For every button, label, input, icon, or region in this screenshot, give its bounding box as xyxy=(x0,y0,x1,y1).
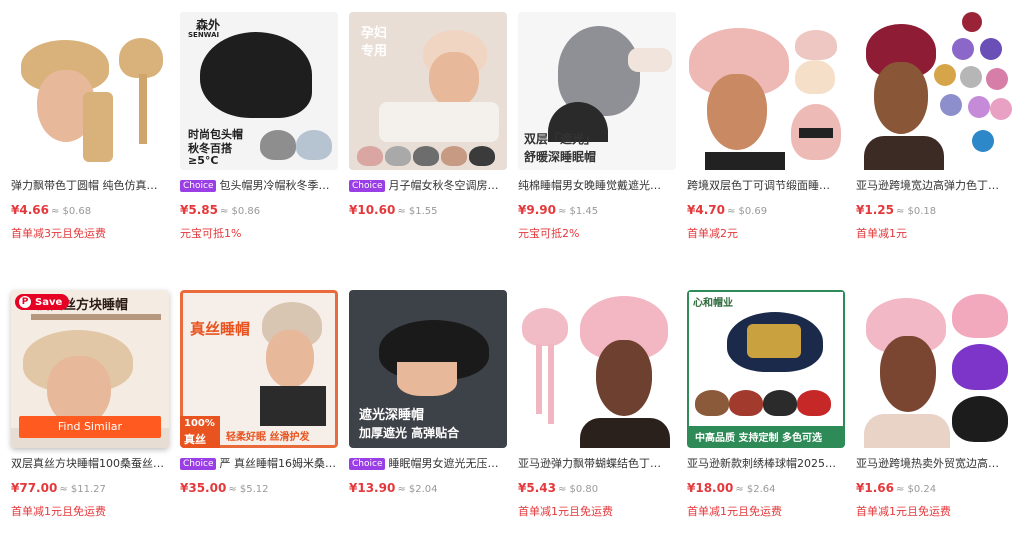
product-image[interactable]: 双层「遮光」 舒暖深睡眠帽 xyxy=(518,12,676,170)
price: ¥77.00 ≈ $11.27 xyxy=(11,481,106,495)
product-card[interactable]: 遮光深睡帽 加厚遮光 高弹贴合 Choice 睡眠帽男女遮光无压… ¥13.90 ≈… xyxy=(349,290,507,497)
product-image[interactable]: 心和帽业 中高品质 支持定制 多色可选 xyxy=(687,290,845,448)
product-card[interactable]: 森外 SENWAI 时尚包头帽 秋冬百搭 ≥5°C Choice 包头帽男冷帽秋冬… xyxy=(180,12,338,241)
product-card[interactable]: 亚马逊弹力飘带蝴蝶结色丁… ¥5.43 ≈ $0.80 首单减1元且免运费 xyxy=(518,290,676,519)
product-title[interactable]: 跨境双层色丁可调节缎面睡… xyxy=(687,179,845,193)
product-title[interactable]: 亚马逊跨境宽边高弹力色丁… xyxy=(856,179,1014,193)
product-card[interactable]: 心和帽业 中高品质 支持定制 多色可选 亚马逊新款刺绣棒球帽2025… ¥18.… xyxy=(687,290,845,519)
price: ¥4.66 ≈ $0.68 xyxy=(11,203,92,217)
promo-text: 首单减1元且免运费 xyxy=(856,505,951,518)
product-card[interactable]: 孕妇 专用 Choice 月子帽女秋冬空调房… ¥10.60 ≈ $1.55 xyxy=(349,12,507,219)
product-card[interactable]: 真丝睡帽 100% 真丝 轻柔好眠 丝滑护发 Choice 严 真丝睡帽16姆米桑… xyxy=(180,290,338,497)
product-title[interactable]: Choice 包头帽男冷帽秋冬季… xyxy=(180,179,338,193)
product-title[interactable]: Choice 严 真丝睡帽16姆米桑… xyxy=(180,457,338,471)
price: ¥4.70 ≈ $0.69 xyxy=(687,203,768,217)
promo-text: 元宝可抵1% xyxy=(180,227,242,240)
product-card[interactable]: 双层「遮光」 舒暖深睡眠帽 纯棉睡帽男女晚睡觉戴遮光… ¥9.90 ≈ $1.45… xyxy=(518,12,676,241)
product-image[interactable]: 真丝睡帽 100% 真丝 轻柔好眠 丝滑护发 xyxy=(180,290,338,448)
price: ¥9.90 ≈ $1.45 xyxy=(518,203,599,217)
product-card[interactable]: 跨境双层色丁可调节缎面睡… ¥4.70 ≈ $0.69 首单减2元 xyxy=(687,12,845,241)
product-card[interactable]: 亚马逊跨境宽边高弹力色丁… ¥1.25 ≈ $0.18 首单减1元 xyxy=(856,12,1014,241)
price: ¥5.85 ≈ $0.86 xyxy=(180,203,261,217)
price: ¥18.00 ≈ $2.64 xyxy=(687,481,776,495)
choice-badge: Choice xyxy=(180,458,217,470)
find-similar-button[interactable]: Find Similar xyxy=(19,416,161,438)
product-card[interactable]: 层真丝方块睡帽 P Save Find Similar 双层真丝方块睡帽100桑蚕… xyxy=(11,290,169,519)
promo-text: 首单减1元 xyxy=(856,227,907,240)
choice-badge: Choice xyxy=(349,458,386,470)
product-card[interactable]: 亚马逊跨境热卖外贸宽边高… ¥1.66 ≈ $0.24 首单减1元且免运费 xyxy=(856,290,1014,519)
product-card[interactable]: 弹力飘带色丁圆帽 纯色仿真… ¥4.66 ≈ $0.68 首单减3元且免运费 xyxy=(11,12,169,241)
product-image[interactable] xyxy=(856,290,1014,448)
product-image[interactable] xyxy=(11,12,169,170)
product-title[interactable]: 亚马逊跨境热卖外贸宽边高… xyxy=(856,457,1014,471)
promo-text: 首单减1元且免运费 xyxy=(687,505,782,518)
pinterest-save-button[interactable]: P Save xyxy=(15,294,70,310)
price: ¥1.66 ≈ $0.24 xyxy=(856,481,937,495)
product-title[interactable]: Choice 睡眠帽男女遮光无压… xyxy=(349,457,507,471)
price: ¥35.00 ≈ $5.12 xyxy=(180,481,269,495)
product-title[interactable]: 纯棉睡帽男女晚睡觉戴遮光… xyxy=(518,179,676,193)
product-image[interactable] xyxy=(687,12,845,170)
price: ¥5.43 ≈ $0.80 xyxy=(518,481,599,495)
price: ¥10.60 ≈ $1.55 xyxy=(349,203,438,217)
product-image[interactable]: 层真丝方块睡帽 P Save Find Similar xyxy=(11,290,169,448)
product-title[interactable]: 双层真丝方块睡帽100桑蚕丝… xyxy=(11,457,169,471)
product-title[interactable]: 亚马逊弹力飘带蝴蝶结色丁… xyxy=(518,457,676,471)
product-image[interactable] xyxy=(856,12,1014,170)
price: ¥1.25 ≈ $0.18 xyxy=(856,203,937,217)
choice-badge: Choice xyxy=(180,180,217,192)
promo-text: 首单减2元 xyxy=(687,227,738,240)
pinterest-icon: P xyxy=(19,296,31,308)
promo-text: 首单减1元且免运费 xyxy=(518,505,613,518)
product-image[interactable]: 森外 SENWAI 时尚包头帽 秋冬百搭 ≥5°C xyxy=(180,12,338,170)
price: ¥13.90 ≈ $2.04 xyxy=(349,481,438,495)
promo-text: 元宝可抵2% xyxy=(518,227,580,240)
product-title[interactable]: 弹力飘带色丁圆帽 纯色仿真… xyxy=(11,179,169,193)
product-image[interactable]: 孕妇 专用 xyxy=(349,12,507,170)
choice-badge: Choice xyxy=(349,180,386,192)
product-grid: 弹力飘带色丁圆帽 纯色仿真… ¥4.66 ≈ $0.68 首单减3元且免运费 森外… xyxy=(0,0,1024,535)
product-title[interactable]: 亚马逊新款刺绣棒球帽2025… xyxy=(687,457,845,471)
product-title[interactable]: Choice 月子帽女秋冬空调房… xyxy=(349,179,507,193)
promo-text: 首单减3元且免运费 xyxy=(11,227,106,240)
promo-text: 首单减1元且免运费 xyxy=(11,505,106,518)
product-image[interactable] xyxy=(518,290,676,448)
product-image[interactable]: 遮光深睡帽 加厚遮光 高弹贴合 xyxy=(349,290,507,448)
